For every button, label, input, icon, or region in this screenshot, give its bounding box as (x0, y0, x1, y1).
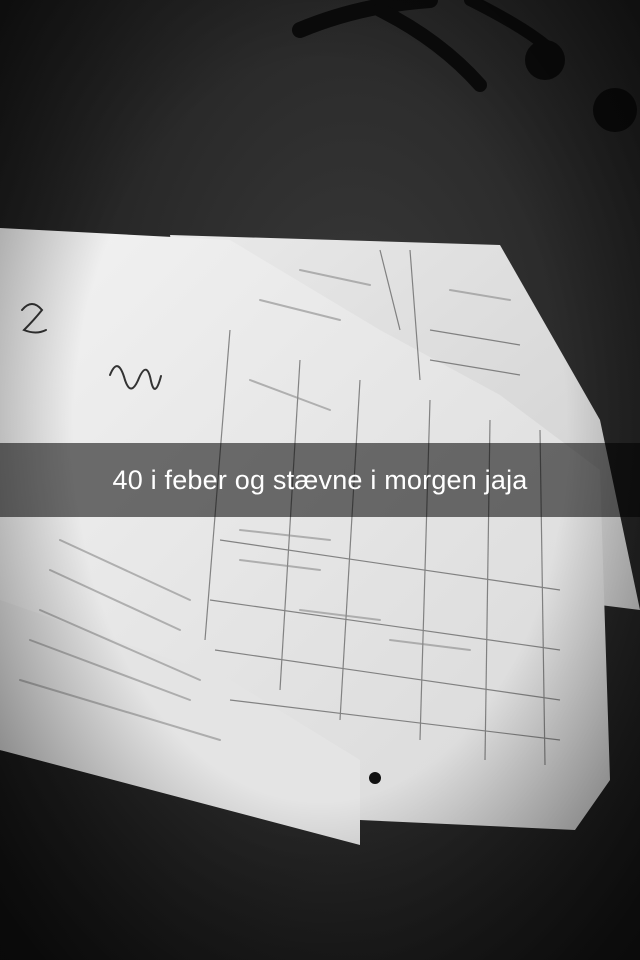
snap-caption-bar: 40 i feber og stævne i morgen jaja (0, 443, 640, 517)
snap-caption-text: 40 i feber og stævne i morgen jaja (112, 464, 528, 495)
snap-view: 40 i feber og stævne i morgen jaja (0, 0, 640, 960)
